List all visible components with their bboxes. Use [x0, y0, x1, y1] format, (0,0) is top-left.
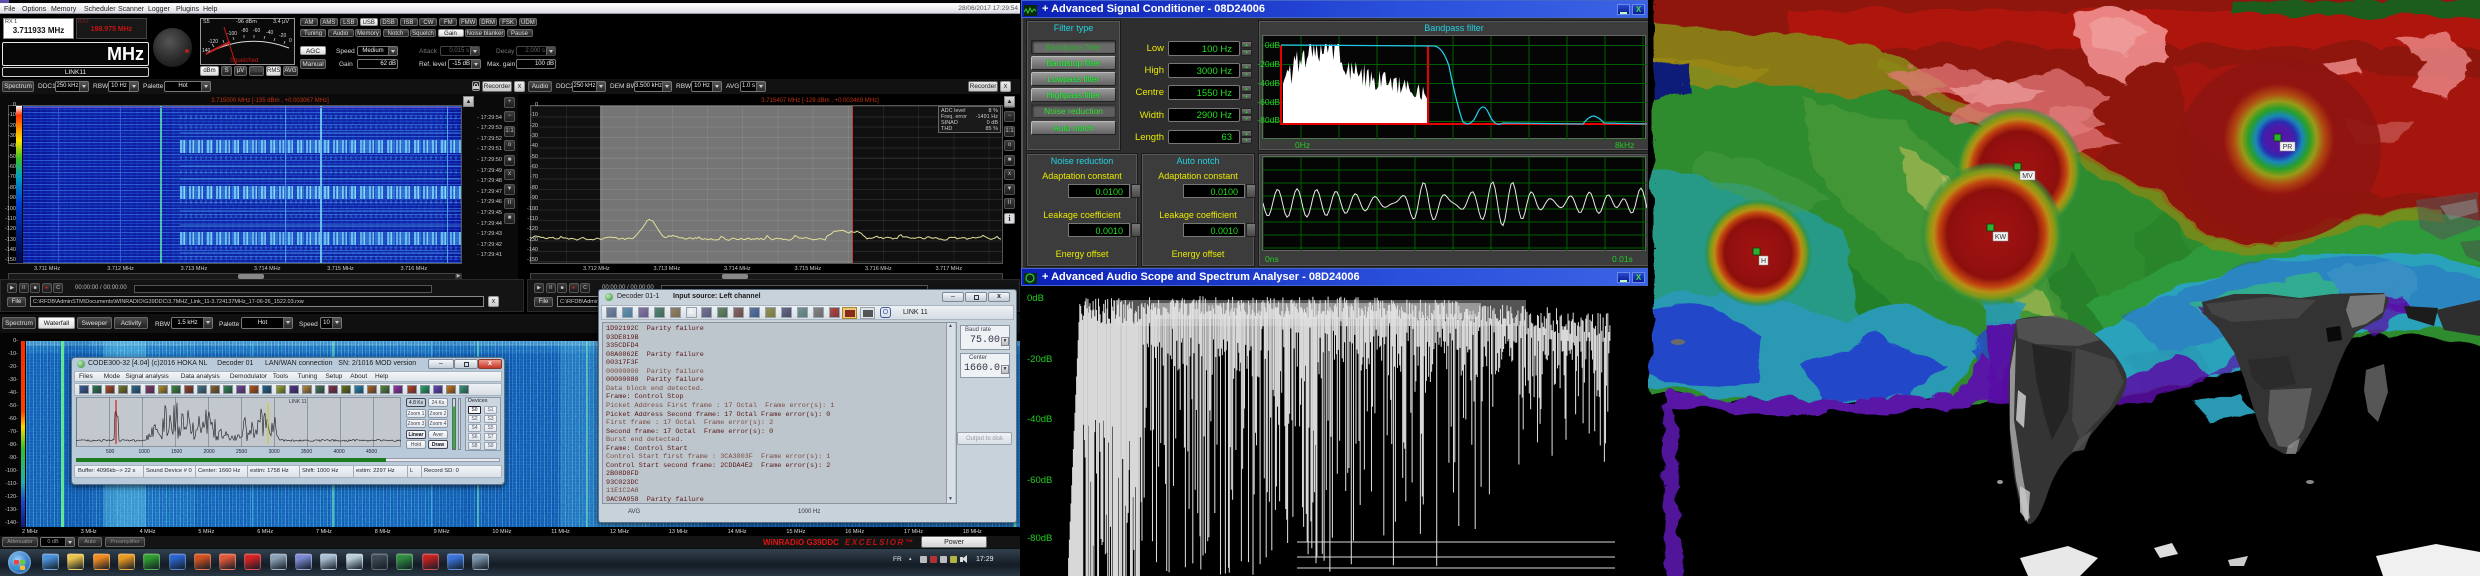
svg-text:PR: PR	[2283, 144, 2293, 151]
svg-text:-120: -120	[208, 39, 218, 45]
svg-text:-20: -20	[279, 33, 286, 39]
svg-text:-80: -80	[241, 28, 248, 34]
svg-text:H: H	[1761, 258, 1766, 265]
svg-text:-60: -60	[253, 28, 260, 34]
svg-text:MV: MV	[2022, 173, 2033, 180]
svg-text:0: 0	[289, 38, 292, 44]
svg-text:140: 140	[202, 48, 211, 54]
svg-text:Squelched: Squelched	[230, 58, 258, 64]
svg-text:-40: -40	[266, 30, 273, 36]
svg-text:-100: -100	[227, 31, 237, 37]
svg-text:KW: KW	[1995, 234, 2007, 241]
